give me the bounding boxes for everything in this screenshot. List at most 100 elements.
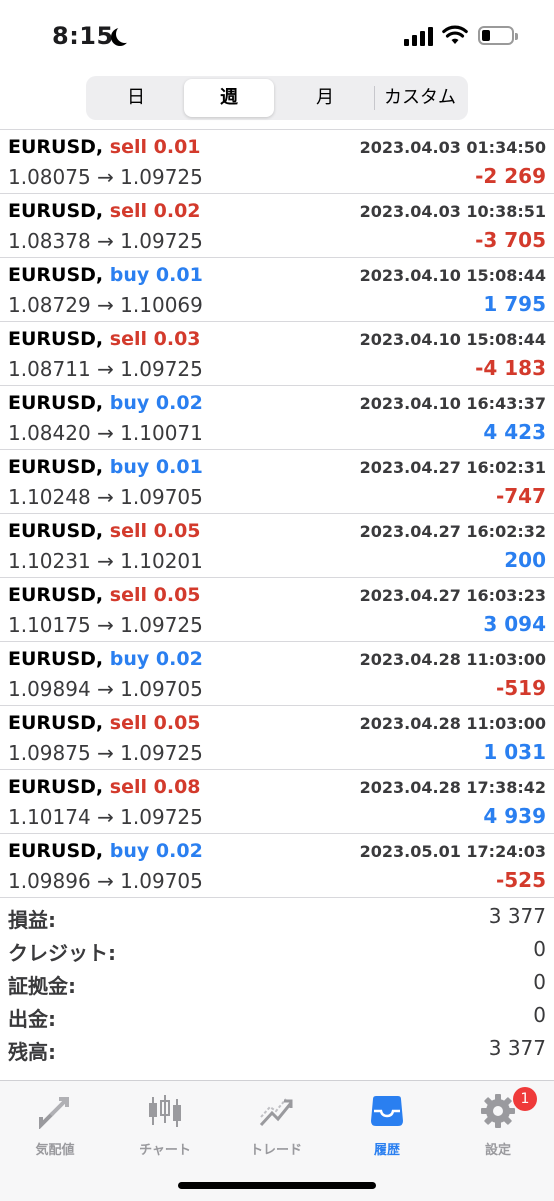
trade-row[interactable]: EURUSD, sell 0.05 2023.04.28 11:03:00 1.09… xyxy=(0,706,554,770)
summary-value: 3 377 xyxy=(488,904,546,928)
trade-volume: 0.05 xyxy=(153,712,201,734)
summary-row: 出金: 0 xyxy=(0,1001,554,1034)
trade-row[interactable]: EURUSD, sell 0.05 2023.04.27 16:02:32 1.10… xyxy=(0,514,554,578)
trade-symbol: EURUSD, xyxy=(8,840,104,862)
trade-symbol-line: EURUSD, sell 0.01 xyxy=(8,136,201,158)
wifi-icon xyxy=(442,25,468,44)
trade-symbol-line: EURUSD, buy 0.02 xyxy=(8,392,203,414)
trade-profit: 1 795 xyxy=(483,292,546,316)
summary-value: 0 xyxy=(533,1003,546,1027)
status-bar: 8:15 xyxy=(0,0,554,72)
tab-settings[interactable]: 1 設定 xyxy=(443,1087,553,1161)
candlestick-chart-icon xyxy=(149,1095,181,1127)
trade-volume: 0.01 xyxy=(155,456,203,478)
tab-quotes-label: 気配値 xyxy=(35,1143,75,1158)
trade-symbol: EURUSD, xyxy=(8,712,104,734)
trade-row[interactable]: EURUSD, buy 0.02 2023.04.28 11:03:00 1.098… xyxy=(0,642,554,706)
moon-icon xyxy=(116,25,134,43)
trade-row[interactable]: EURUSD, buy 0.01 2023.04.10 15:08:44 1.087… xyxy=(0,258,554,322)
trade-symbol-line: EURUSD, buy 0.02 xyxy=(8,840,203,862)
history-tray-icon xyxy=(371,1096,403,1126)
trade-symbol: EURUSD, xyxy=(8,648,104,670)
gear-icon xyxy=(481,1094,515,1128)
period-tab-custom[interactable]: カスタム xyxy=(376,79,464,117)
status-time: 8:15 xyxy=(52,22,114,50)
trade-symbol: EURUSD, xyxy=(8,136,104,158)
trade-side: sell xyxy=(109,200,147,222)
tab-chart-label: チャート xyxy=(139,1143,191,1158)
trade-symbol: EURUSD, xyxy=(8,520,104,542)
trade-prices: 1.08075 → 1.09725 xyxy=(8,165,203,189)
tab-trade-label: トレード xyxy=(249,1143,302,1158)
trade-symbol-line: EURUSD, sell 0.08 xyxy=(8,776,201,798)
trade-profit: 3 094 xyxy=(483,612,546,636)
trade-volume: 0.02 xyxy=(155,392,203,414)
trade-row[interactable]: EURUSD, buy 0.02 2023.04.10 16:43:37 1.084… xyxy=(0,386,554,450)
trade-prices: 1.10248 → 1.09705 xyxy=(8,485,203,509)
trade-prices: 1.08711 → 1.09725 xyxy=(8,357,203,381)
settings-notification-badge: 1 xyxy=(513,1087,537,1111)
trade-prices: 1.08420 → 1.10071 xyxy=(8,421,203,445)
trade-side: sell xyxy=(109,520,147,542)
trade-prices: 1.09896 → 1.09705 xyxy=(8,869,203,893)
trade-side: buy xyxy=(109,264,150,286)
trade-prices: 1.10174 → 1.09725 xyxy=(8,805,203,829)
trade-volume: 0.02 xyxy=(155,840,203,862)
trade-time: 2023.04.28 17:38:42 xyxy=(359,778,546,797)
trade-prices: 1.08729 → 1.10069 xyxy=(8,293,203,317)
trade-symbol: EURUSD, xyxy=(8,776,104,798)
trade-profit: -4 183 xyxy=(475,356,546,380)
tab-history[interactable]: 履歴 xyxy=(332,1091,442,1161)
trade-time: 2023.04.10 16:43:37 xyxy=(359,394,546,413)
trade-volume: 0.05 xyxy=(153,520,201,542)
trade-symbol-line: EURUSD, sell 0.05 xyxy=(8,520,201,542)
tab-settings-label: 設定 xyxy=(484,1143,511,1158)
tab-chart[interactable]: チャート xyxy=(110,1091,220,1161)
trade-time: 2023.04.03 01:34:50 xyxy=(359,138,546,157)
trade-profit: -519 xyxy=(495,676,546,700)
trade-side: buy xyxy=(109,840,150,862)
tab-quotes[interactable]: 気配値 xyxy=(0,1091,110,1161)
trade-row[interactable]: EURUSD, sell 0.01 2023.04.03 01:34:50 1.08… xyxy=(0,130,554,194)
trade-profit: 200 xyxy=(504,548,546,572)
quotes-arrows-icon xyxy=(39,1097,69,1129)
trade-history-list: EURUSD, sell 0.01 2023.04.03 01:34:50 1.08… xyxy=(0,129,554,898)
trade-time: 2023.05.01 17:24:03 xyxy=(359,842,546,861)
trade-profit: -747 xyxy=(495,484,546,508)
trade-volume: 0.03 xyxy=(153,328,201,350)
home-indicator xyxy=(178,1182,376,1189)
trade-side: sell xyxy=(109,712,147,734)
trade-side: buy xyxy=(109,456,150,478)
trade-symbol-line: EURUSD, buy 0.01 xyxy=(8,456,203,478)
trade-row[interactable]: EURUSD, sell 0.03 2023.04.10 15:08:44 1.08… xyxy=(0,322,554,386)
summary-value: 0 xyxy=(533,937,546,961)
account-summary: 損益: 3 377 クレジット: 0 証拠金: 0 出金: 0 残高: 3 377 xyxy=(0,902,554,1067)
trade-symbol: EURUSD, xyxy=(8,456,104,478)
trade-prices: 1.10231 → 1.10201 xyxy=(8,549,203,573)
summary-value: 3 377 xyxy=(488,1036,546,1060)
trade-volume: 0.01 xyxy=(153,136,201,158)
trade-time: 2023.04.28 11:03:00 xyxy=(359,714,546,733)
period-tab-week[interactable]: 週 xyxy=(184,79,274,117)
period-tab-day[interactable]: 日 xyxy=(90,79,182,117)
trade-row[interactable]: EURUSD, buy 0.01 2023.04.27 16:02:31 1.102… xyxy=(0,450,554,514)
trade-side: sell xyxy=(109,584,147,606)
trade-symbol-line: EURUSD, sell 0.05 xyxy=(8,584,201,606)
trade-row[interactable]: EURUSD, sell 0.08 2023.04.28 17:38:42 1.10… xyxy=(0,770,554,834)
tab-trade[interactable]: トレード xyxy=(221,1091,331,1161)
summary-label: 出金: xyxy=(8,1007,56,1031)
summary-label: 損益: xyxy=(8,908,56,932)
trade-symbol-line: EURUSD, sell 0.03 xyxy=(8,328,201,350)
trade-side: buy xyxy=(109,392,150,414)
period-tab-month[interactable]: 月 xyxy=(278,79,372,117)
trade-row[interactable]: EURUSD, sell 0.05 2023.04.27 16:03:23 1.10… xyxy=(0,578,554,642)
trade-symbol: EURUSD, xyxy=(8,264,104,286)
trade-profit: 4 423 xyxy=(483,420,546,444)
trade-row[interactable]: EURUSD, sell 0.02 2023.04.03 10:38:51 1.08… xyxy=(0,194,554,258)
trade-volume: 0.02 xyxy=(153,200,201,222)
summary-label: 残高: xyxy=(8,1040,56,1064)
trade-row[interactable]: EURUSD, buy 0.02 2023.05.01 17:24:03 1.098… xyxy=(0,834,554,898)
trade-profit: -2 269 xyxy=(475,164,546,188)
trade-time: 2023.04.10 15:08:44 xyxy=(359,266,546,285)
trade-symbol: EURUSD, xyxy=(8,328,104,350)
